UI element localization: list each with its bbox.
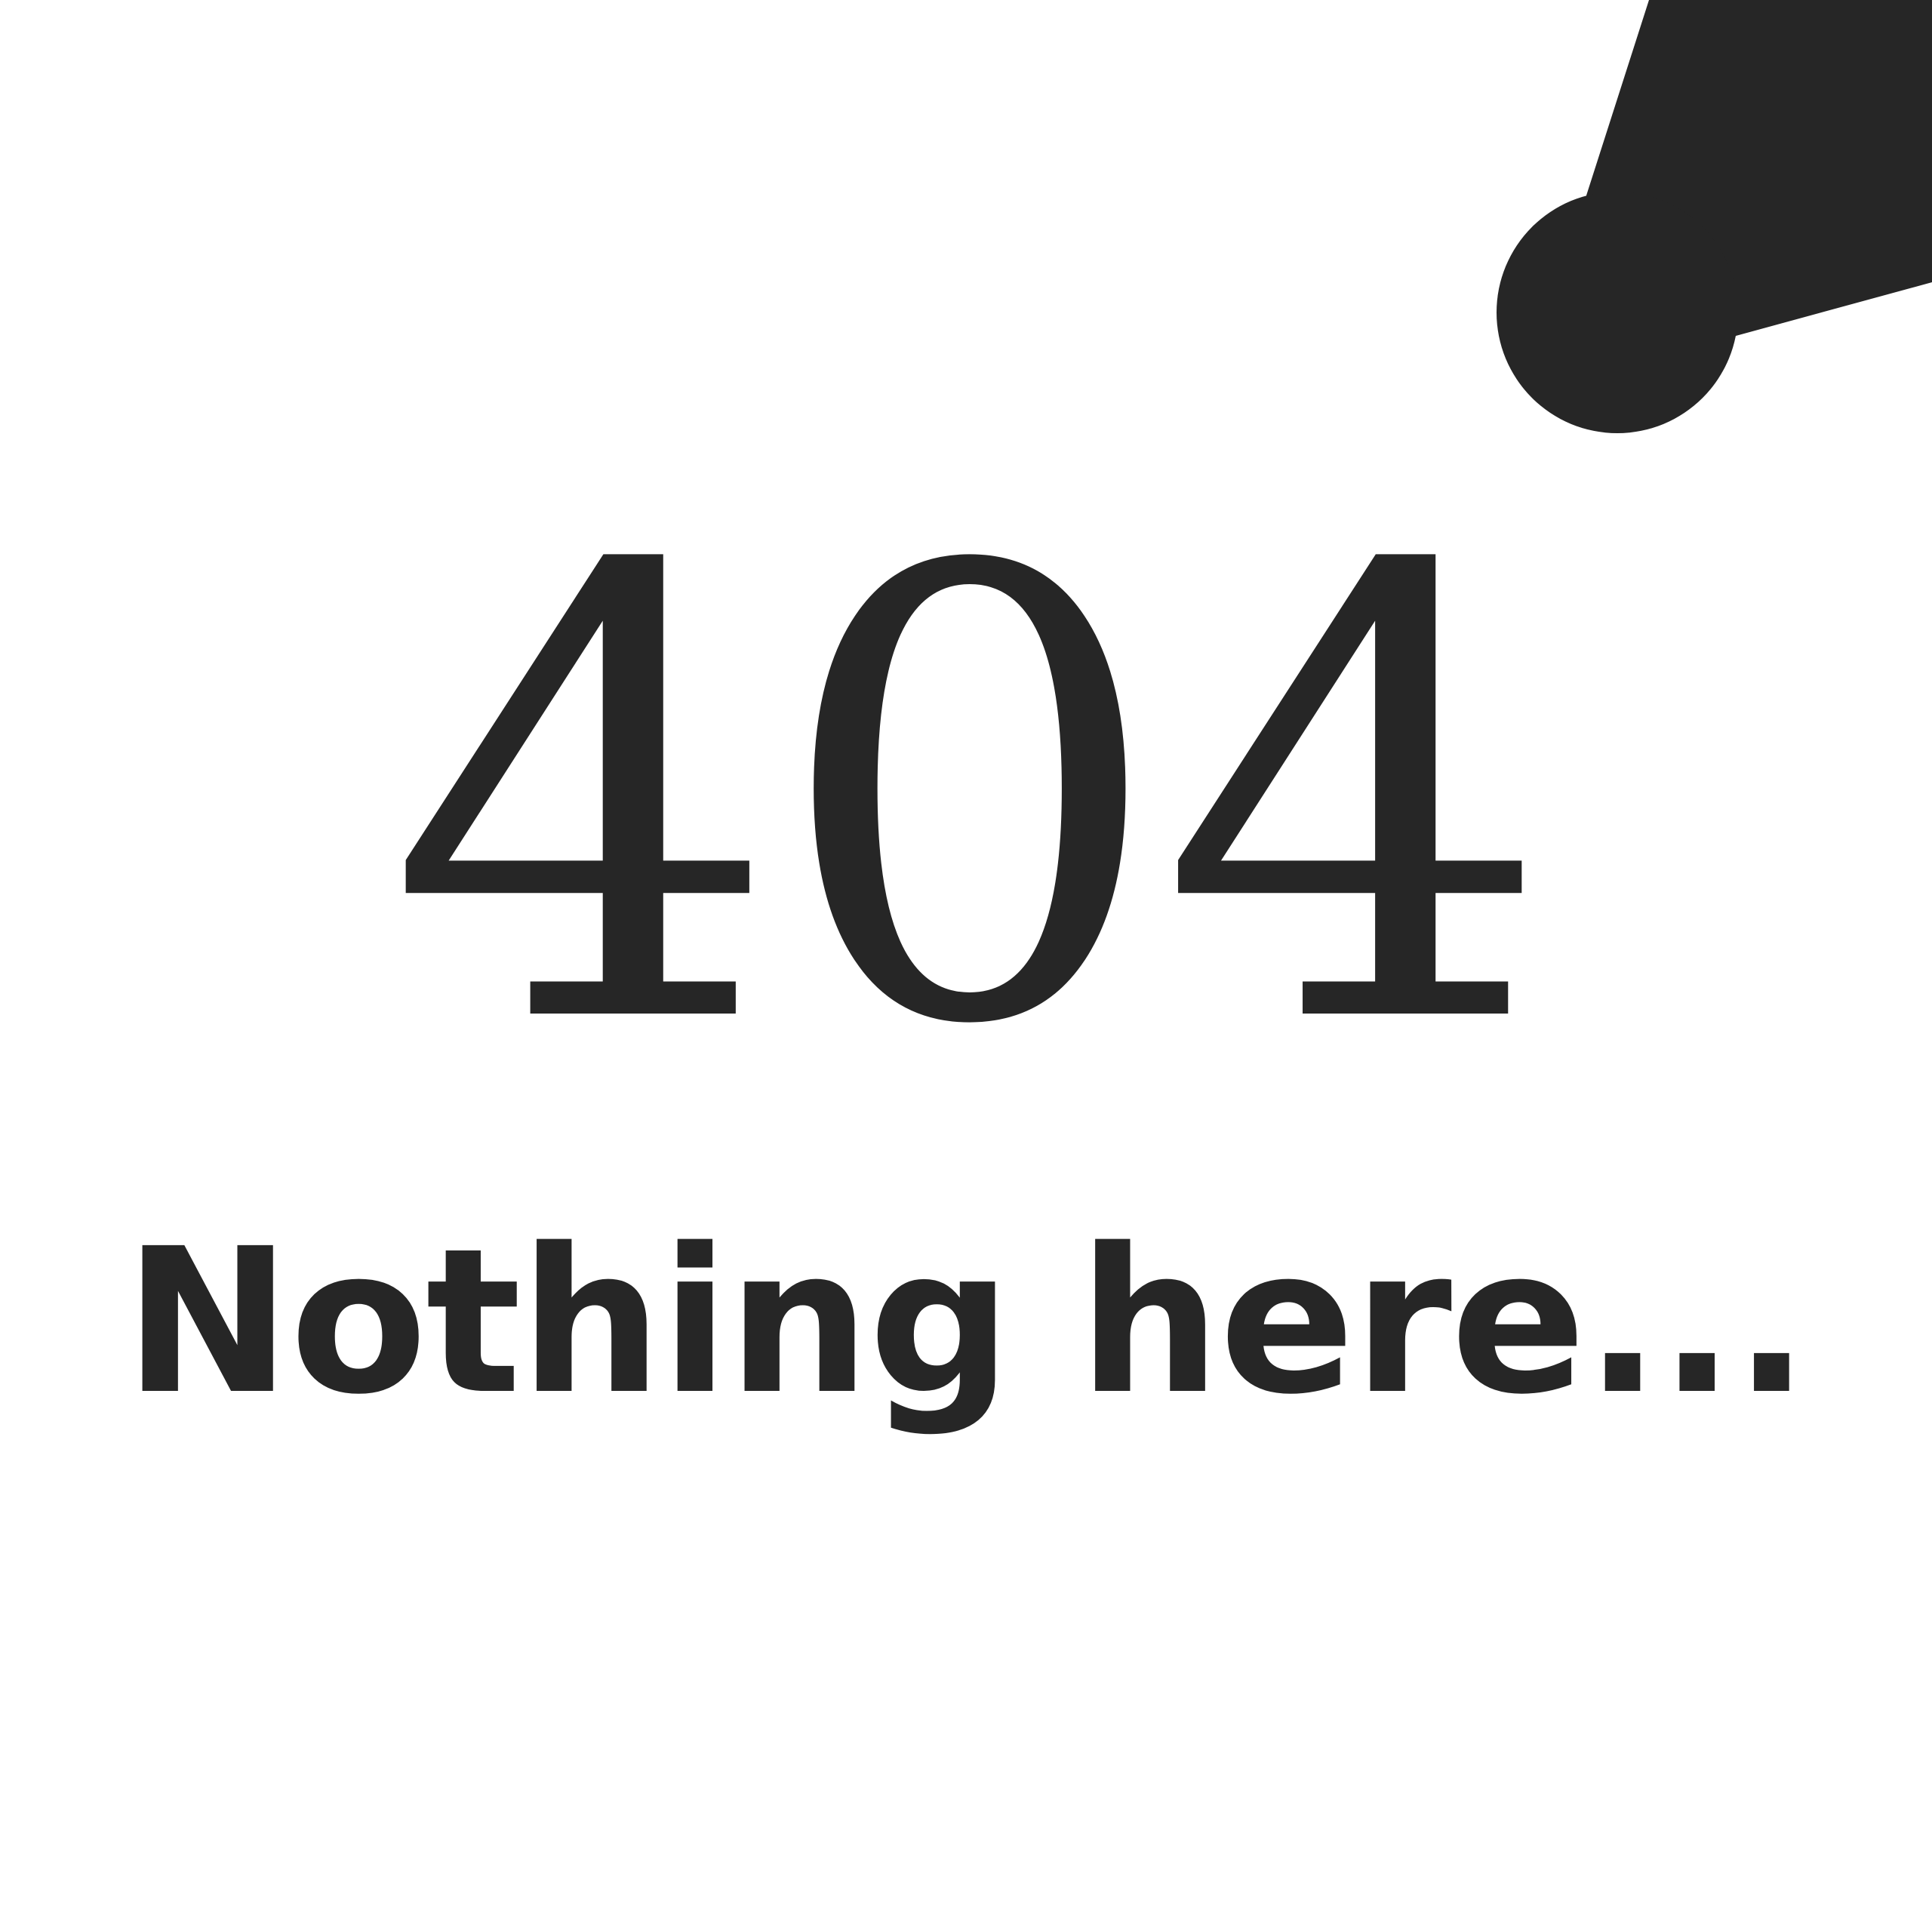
error-page: 404 Nothing here...: [0, 0, 1932, 1932]
pin-body: [1574, 0, 1932, 368]
error-code: 404: [386, 440, 1552, 1160]
error-message: Nothing here...: [124, 1206, 1809, 1438]
pin-head: [1497, 192, 1738, 433]
